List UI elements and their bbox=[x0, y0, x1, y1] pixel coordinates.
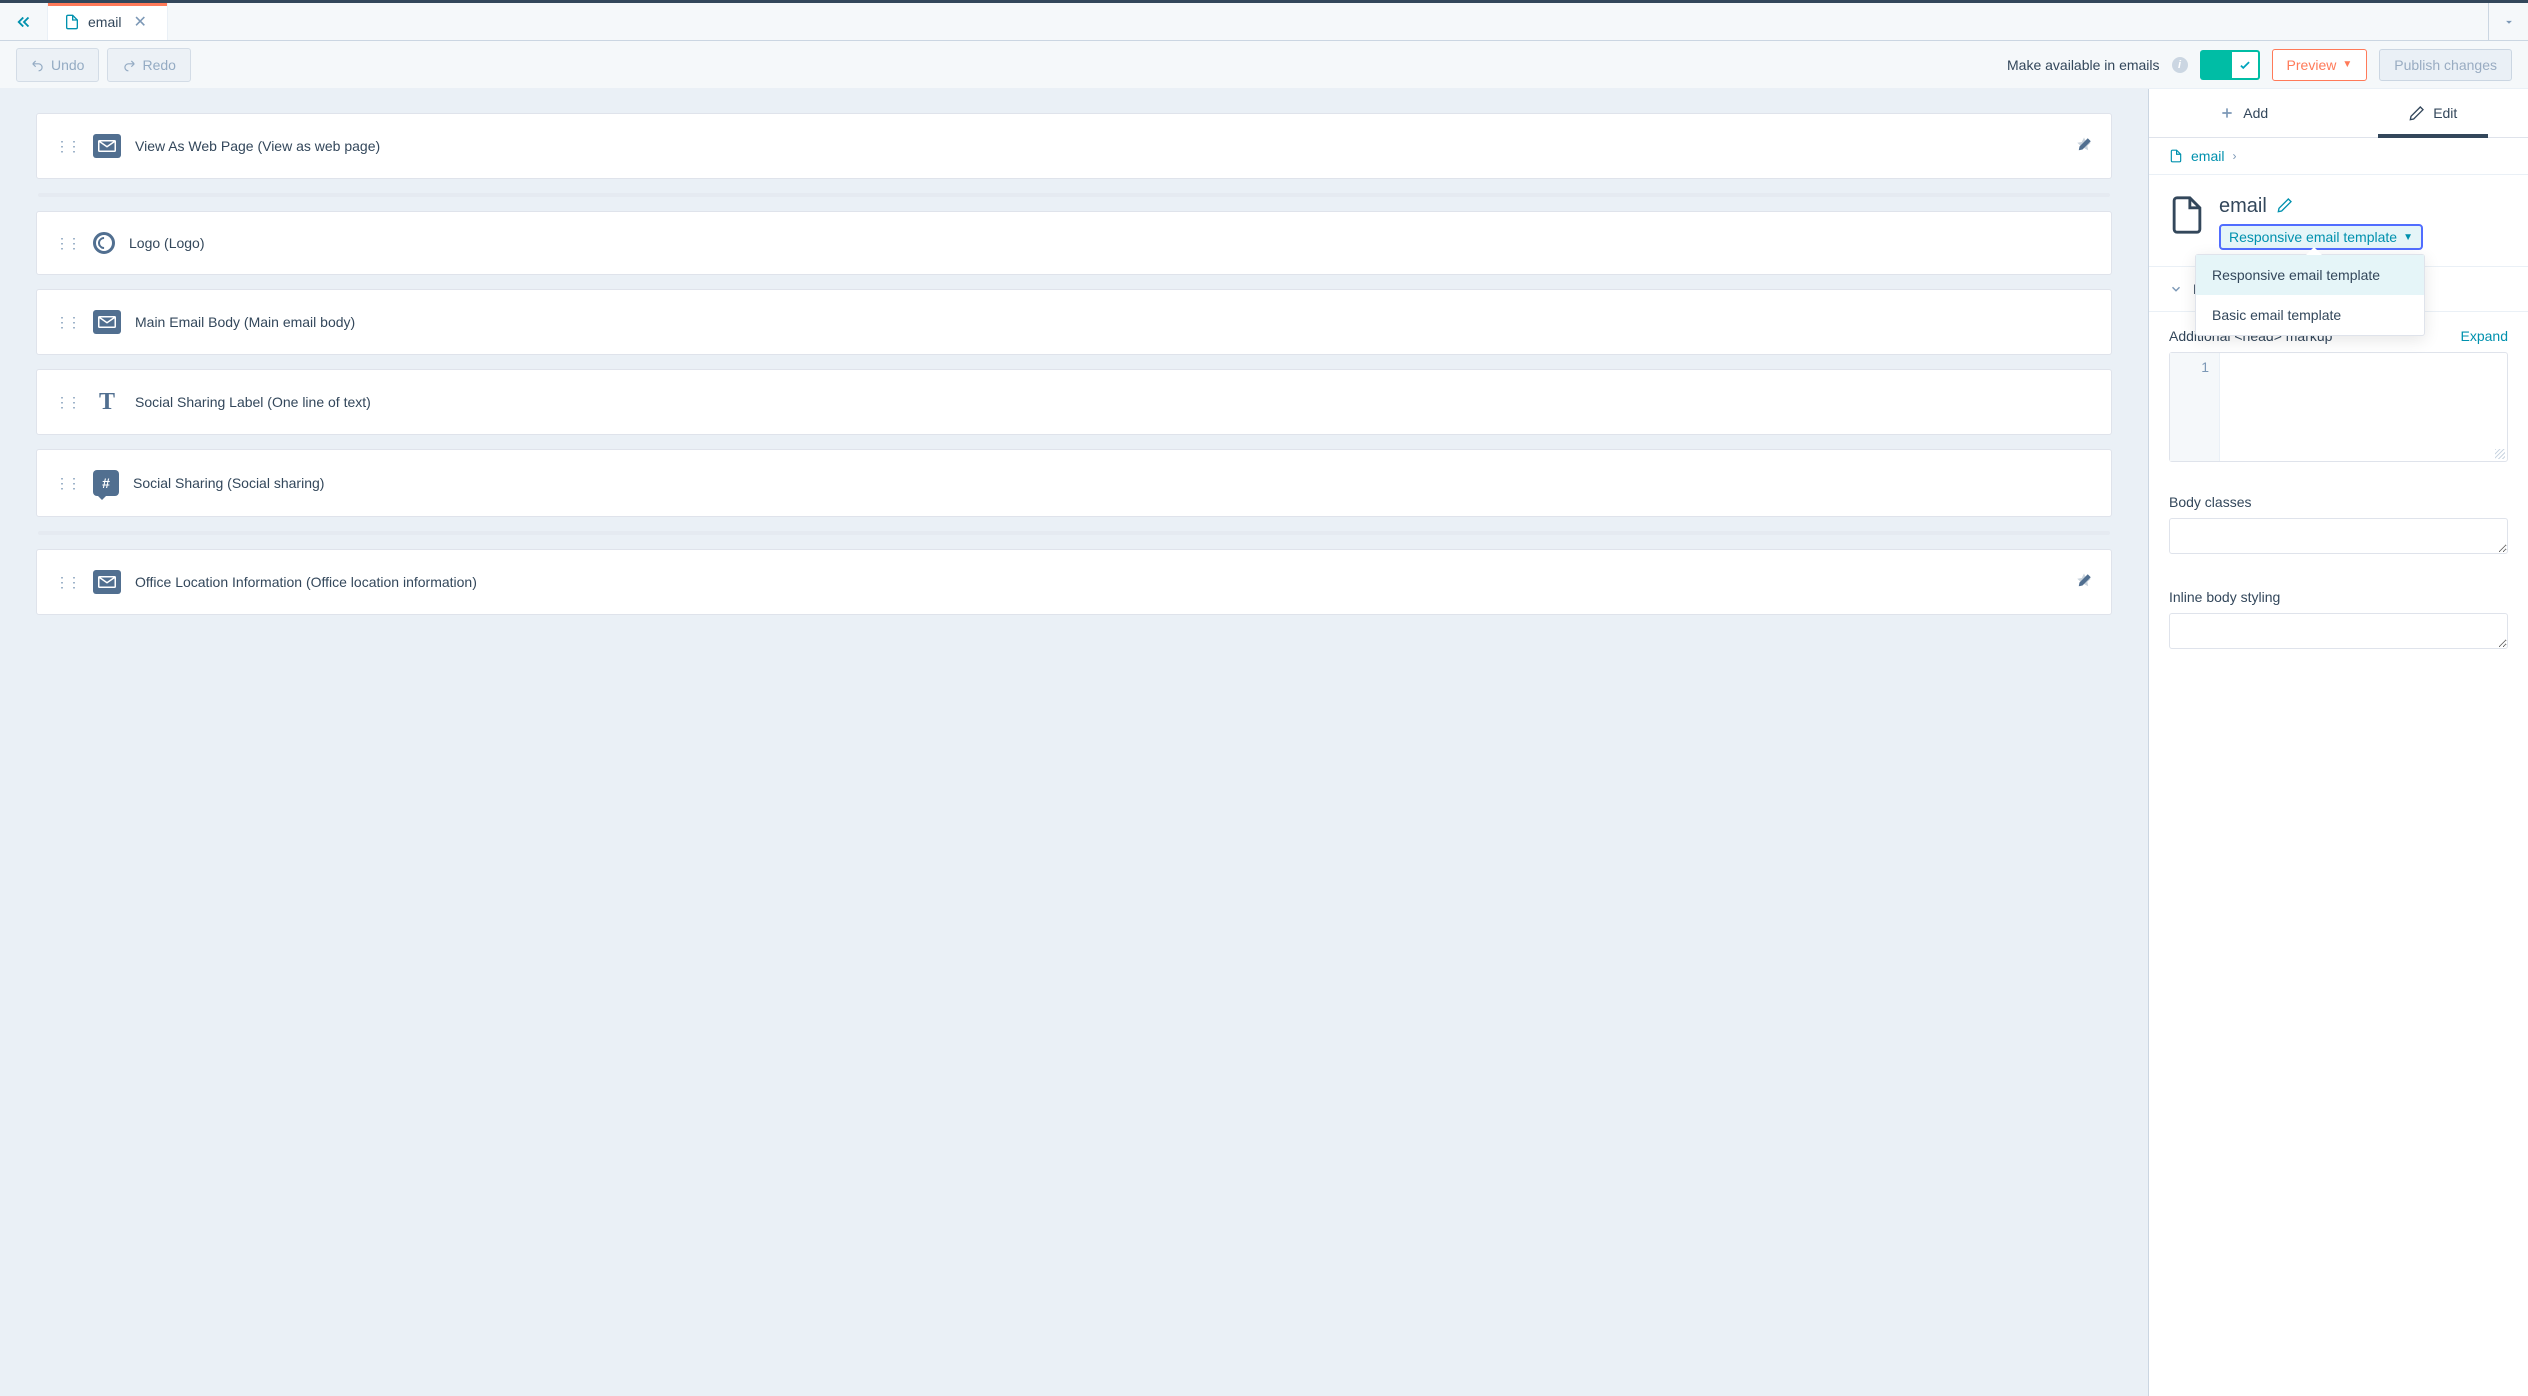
publish-button[interactable]: Publish changes bbox=[2379, 49, 2512, 81]
field-label: Inline body styling bbox=[2169, 589, 2508, 605]
pencil-icon bbox=[2409, 105, 2425, 121]
template-title: email bbox=[2219, 195, 2267, 218]
chevron-down-icon bbox=[2169, 282, 2183, 296]
module-social-sharing-label[interactable]: ⋮⋮ T Social Sharing Label (One line of t… bbox=[36, 369, 2112, 435]
redo-label: Redo bbox=[142, 57, 175, 73]
line-number: 1 bbox=[2180, 359, 2209, 375]
breadcrumb[interactable]: email › bbox=[2149, 138, 2528, 175]
available-in-emails-label: Make available in emails bbox=[2007, 57, 2160, 73]
hash-icon: # bbox=[93, 470, 119, 496]
drag-handle-icon[interactable]: ⋮⋮ bbox=[55, 394, 79, 411]
canvas: ⋮⋮ View As Web Page (View as web page) ⋮… bbox=[0, 89, 2148, 1396]
envelope-icon bbox=[93, 570, 121, 594]
toggle-thumb bbox=[2230, 50, 2260, 80]
tab-add[interactable]: Add bbox=[2149, 89, 2339, 137]
drag-handle-icon[interactable]: ⋮⋮ bbox=[55, 475, 79, 492]
plus-icon bbox=[2219, 105, 2235, 121]
module-view-as-web-page[interactable]: ⋮⋮ View As Web Page (View as web page) bbox=[36, 113, 2112, 179]
module-office-location[interactable]: ⋮⋮ Office Location Information (Office l… bbox=[36, 549, 2112, 615]
publish-label: Publish changes bbox=[2394, 57, 2497, 73]
module-label: Social Sharing Label (One line of text) bbox=[135, 394, 2093, 410]
close-tab-icon[interactable]: ✕ bbox=[129, 12, 150, 32]
tab-bar: email ✕ bbox=[0, 3, 2528, 41]
code-gutter: 1 bbox=[2170, 353, 2220, 461]
toggle-track bbox=[2200, 50, 2230, 80]
undo-label: Undo bbox=[51, 57, 84, 73]
sidebar: Add Edit email › email bbox=[2148, 89, 2528, 1396]
tab-edit-label: Edit bbox=[2433, 105, 2457, 121]
head-markup-editor[interactable]: 1 bbox=[2169, 352, 2508, 462]
tab-add-label: Add bbox=[2243, 105, 2268, 121]
template-type-label: Responsive email template bbox=[2229, 229, 2397, 245]
check-icon bbox=[2238, 58, 2252, 72]
workspace: ⋮⋮ View As Web Page (View as web page) ⋮… bbox=[0, 89, 2528, 1396]
breadcrumb-label: email bbox=[2191, 148, 2224, 164]
redo-button[interactable]: Redo bbox=[107, 48, 190, 82]
field-head-markup: Additional <head> markup Expand 1 bbox=[2149, 312, 2528, 478]
drag-handle-icon[interactable]: ⋮⋮ bbox=[55, 574, 79, 591]
document-icon bbox=[2169, 149, 2183, 163]
module-social-sharing[interactable]: ⋮⋮ # Social Sharing (Social sharing) bbox=[36, 449, 2112, 517]
tab-email[interactable]: email ✕ bbox=[48, 3, 168, 40]
preview-button[interactable]: Preview ▼ bbox=[2272, 49, 2368, 81]
option-label: Responsive email template bbox=[2212, 267, 2380, 283]
module-label: View As Web Page (View as web page) bbox=[135, 138, 2061, 154]
logo-icon bbox=[93, 232, 115, 254]
separator bbox=[38, 193, 2110, 197]
module-logo[interactable]: ⋮⋮ Logo (Logo) bbox=[36, 211, 2112, 275]
caret-down-icon: ▼ bbox=[2342, 59, 2352, 70]
tab-active-indicator bbox=[48, 3, 167, 6]
chevron-right-icon: › bbox=[2232, 149, 2236, 163]
template-dropdown-menu: Responsive email template Basic email te… bbox=[2195, 254, 2425, 336]
expand-link[interactable]: Expand bbox=[2461, 328, 2508, 344]
module-label: Main Email Body (Main email body) bbox=[135, 314, 2093, 330]
module-main-email-body[interactable]: ⋮⋮ Main Email Body (Main email body) bbox=[36, 289, 2112, 355]
tab-edit[interactable]: Edit bbox=[2339, 89, 2528, 137]
envelope-icon bbox=[93, 310, 121, 334]
envelope-icon bbox=[93, 134, 121, 158]
edit-title-button[interactable] bbox=[2277, 197, 2293, 216]
code-area[interactable] bbox=[2220, 353, 2507, 461]
field-label: Body classes bbox=[2169, 494, 2508, 510]
text-icon: T bbox=[93, 390, 121, 414]
caret-down-icon: ▼ bbox=[2403, 232, 2413, 243]
separator bbox=[38, 531, 2110, 535]
undo-button[interactable]: Undo bbox=[16, 48, 99, 82]
inline-body-input[interactable] bbox=[2169, 613, 2508, 649]
module-design-icon[interactable] bbox=[2075, 136, 2093, 157]
pencil-icon bbox=[2277, 197, 2293, 213]
toolbar: Undo Redo Make available in emails i Pre… bbox=[0, 41, 2528, 89]
field-body-classes: Body classes bbox=[2149, 478, 2528, 573]
document-icon bbox=[64, 14, 80, 30]
document-large-icon bbox=[2169, 195, 2205, 235]
dropdown-option-basic[interactable]: Basic email template bbox=[2196, 295, 2424, 335]
module-label: Logo (Logo) bbox=[129, 235, 2093, 251]
tab-label: email bbox=[88, 14, 121, 30]
redo-icon bbox=[122, 58, 136, 72]
dropdown-option-responsive[interactable]: Responsive email template bbox=[2196, 255, 2424, 295]
sidebar-header: email Responsive email template ▼ Respon… bbox=[2149, 175, 2528, 266]
undo-icon bbox=[31, 58, 45, 72]
sidebar-tabs: Add Edit bbox=[2149, 89, 2528, 138]
collapse-panel-button[interactable] bbox=[0, 3, 48, 40]
drag-handle-icon[interactable]: ⋮⋮ bbox=[55, 314, 79, 331]
resize-grip[interactable] bbox=[2495, 449, 2505, 459]
drag-handle-icon[interactable]: ⋮⋮ bbox=[55, 138, 79, 155]
module-design-icon[interactable] bbox=[2075, 572, 2093, 593]
tabbar-menu-button[interactable] bbox=[2488, 3, 2528, 40]
module-label: Social Sharing (Social sharing) bbox=[133, 475, 2093, 491]
preview-label: Preview bbox=[2287, 57, 2337, 73]
body-classes-input[interactable] bbox=[2169, 518, 2508, 554]
info-icon[interactable]: i bbox=[2172, 57, 2188, 73]
available-toggle[interactable] bbox=[2200, 50, 2260, 80]
drag-handle-icon[interactable]: ⋮⋮ bbox=[55, 235, 79, 252]
option-label: Basic email template bbox=[2212, 307, 2341, 323]
field-inline-body: Inline body styling bbox=[2149, 573, 2528, 668]
module-label: Office Location Information (Office loca… bbox=[135, 574, 2061, 590]
